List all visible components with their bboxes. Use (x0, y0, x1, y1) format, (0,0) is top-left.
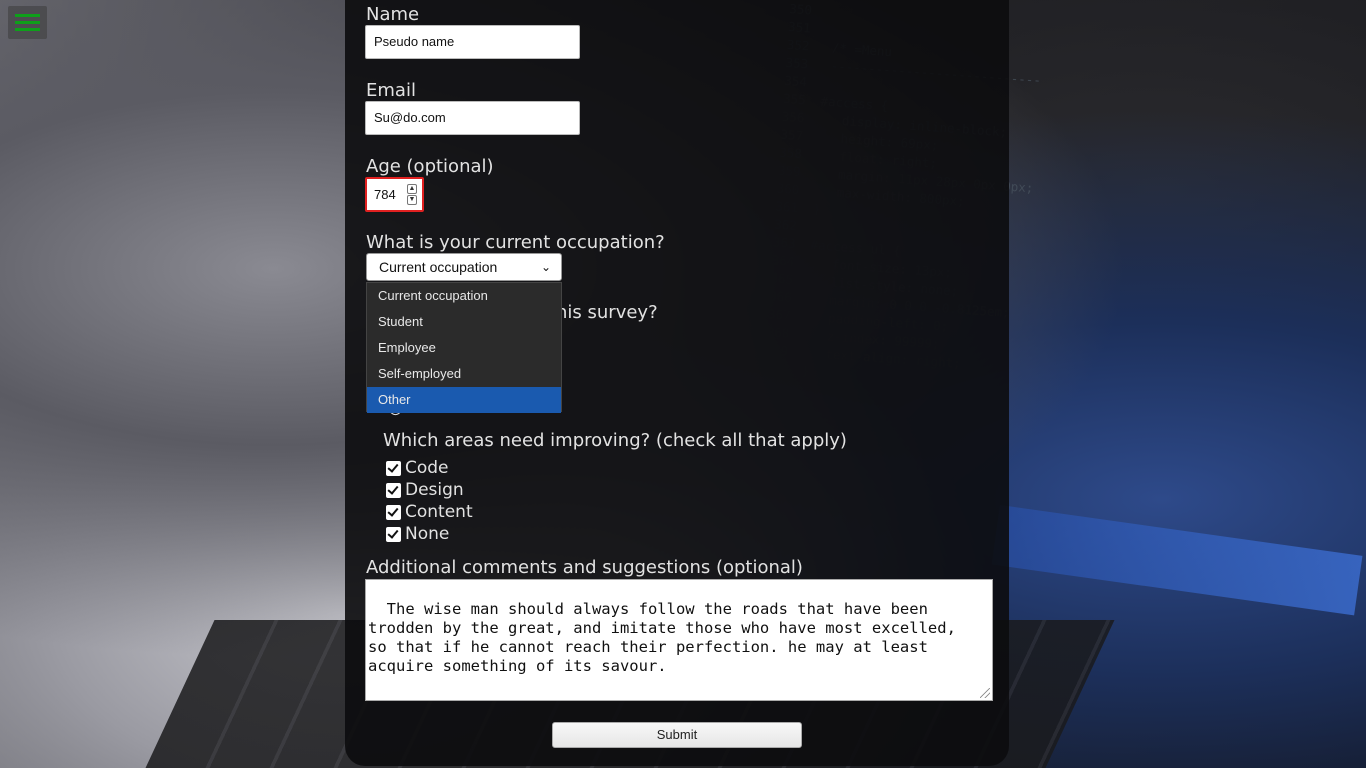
occupation-label: What is your current occupation? (366, 232, 665, 253)
checkbox-design[interactable]: Design (386, 479, 464, 501)
name-field[interactable]: Pseudo name (365, 25, 580, 59)
checkbox-label: Code (405, 458, 449, 478)
option-student[interactable]: Student (367, 309, 561, 335)
checkbox-content[interactable]: Content (386, 501, 473, 523)
checkbox-code[interactable]: Code (386, 457, 449, 479)
occupation-dropdown: Current occupation Student Employee Self… (366, 282, 562, 413)
checkbox-label: None (405, 524, 450, 544)
stepper-up-icon[interactable]: ▲ (407, 184, 417, 194)
checkbox-label: Content (405, 502, 473, 522)
comments-text: The wise man should always follow the ro… (368, 600, 956, 675)
chevron-down-icon: ⌄ (540, 260, 551, 274)
checkbox-label: Design (405, 480, 464, 500)
improve-label: Which areas need improving? (check all t… (383, 430, 847, 451)
checkbox-checked-icon[interactable] (386, 504, 401, 520)
comments-label: Additional comments and suggestions (opt… (366, 557, 803, 578)
background-dock (991, 505, 1363, 616)
hamburger-icon[interactable] (8, 6, 47, 39)
stepper-down-icon[interactable]: ▼ (407, 195, 417, 205)
checkbox-checked-icon[interactable] (386, 460, 401, 476)
comments-textarea[interactable]: The wise man should always follow the ro… (365, 579, 993, 701)
option-current-occupation[interactable]: Current occupation (367, 283, 561, 309)
occupation-selected: Current occupation (379, 259, 498, 275)
option-employee[interactable]: Employee (367, 335, 561, 361)
email-label: Email (366, 80, 416, 101)
age-label: Age (optional) (366, 156, 494, 177)
checkbox-none[interactable]: None (386, 523, 449, 545)
age-stepper[interactable]: ▲ ▼ (407, 184, 417, 206)
age-value: 784 (374, 187, 396, 202)
option-other[interactable]: Other (367, 387, 561, 413)
name-label: Name (366, 4, 420, 25)
option-self-employed[interactable]: Self-employed (367, 361, 561, 387)
checkbox-checked-icon[interactable] (386, 526, 401, 542)
submit-button[interactable]: Submit (552, 722, 802, 748)
occupation-select[interactable]: Current occupation ⌄ (366, 253, 562, 281)
email-field[interactable]: Su@do.com (365, 101, 580, 135)
rating-question-partial: nis survey? (556, 302, 658, 323)
age-field[interactable]: 784 ▲ ▼ (365, 177, 424, 212)
resize-handle-icon[interactable] (980, 688, 990, 698)
checkbox-checked-icon[interactable] (386, 482, 401, 498)
